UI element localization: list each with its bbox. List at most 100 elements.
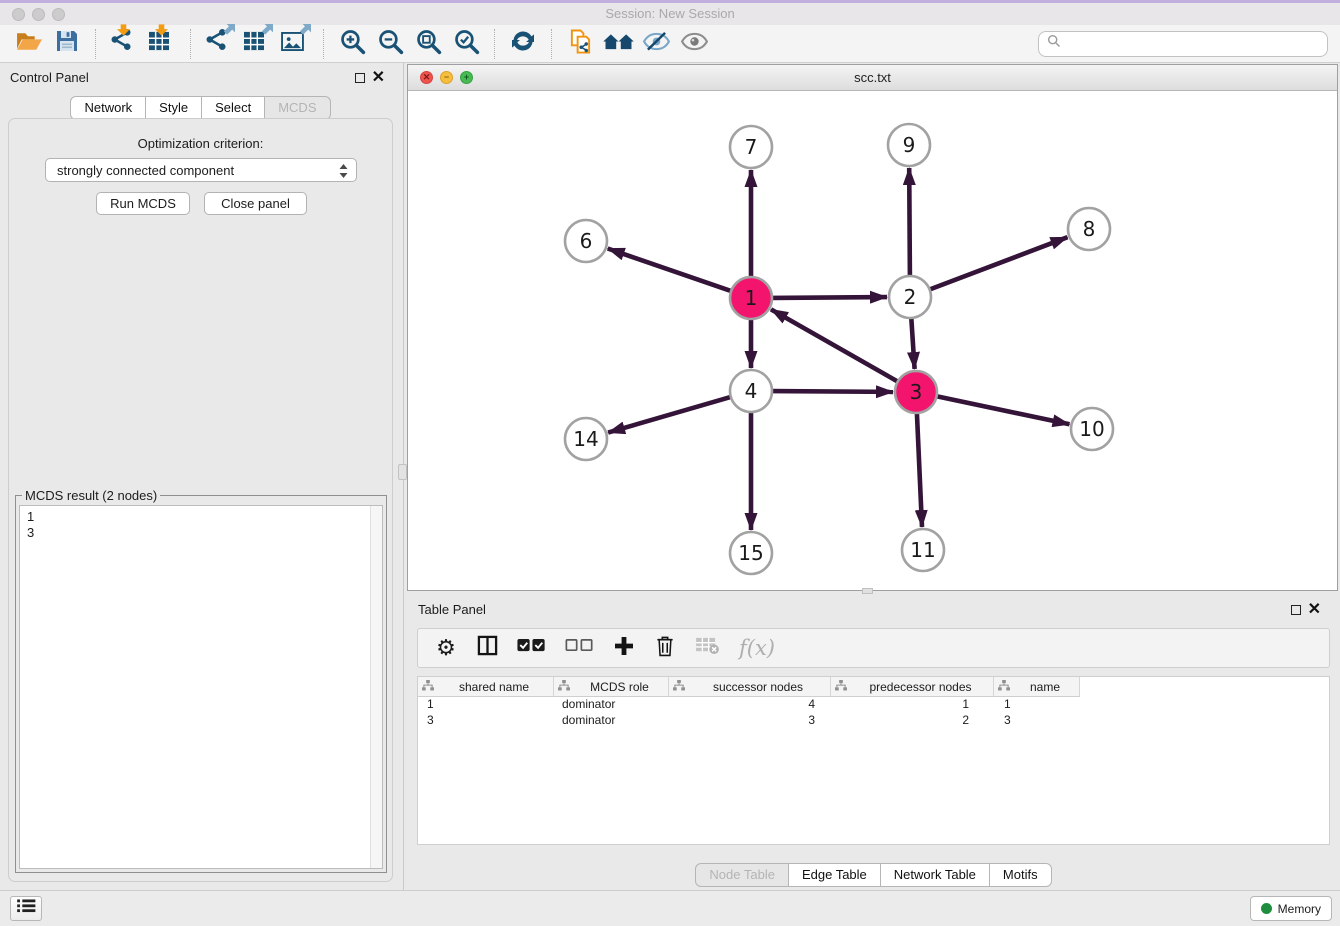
result-scrollbar[interactable] [370,506,382,868]
save-session-button[interactable] [48,27,86,61]
table-cell[interactable]: 1 [831,697,994,713]
column-header-shared-name[interactable]: shared name [418,677,554,697]
delete-column-button[interactable] [654,635,676,662]
table-panel-close-icon[interactable]: ✕ [1308,600,1321,619]
graph-edge-3-11[interactable] [917,413,922,527]
task-history-button[interactable] [10,896,42,921]
export-table-icon [243,26,271,61]
mcds-result-line: 1 [27,509,382,525]
zoom-in-button[interactable] [333,27,371,61]
network-home-button[interactable] [599,27,637,61]
graph-edge-1-2[interactable] [772,297,887,298]
zoom-fit-button[interactable] [409,27,447,61]
search-input[interactable] [1066,36,1319,51]
select-chevrons-icon [338,163,349,182]
export-image-button[interactable] [276,27,314,61]
tab-edge-table[interactable]: Edge Table [788,863,881,887]
import-network-button[interactable] [105,27,143,61]
toggle-column-panel-button[interactable] [476,635,498,661]
select-all-rows-button[interactable] [517,638,546,658]
graph-edge-3-1[interactable] [771,309,898,381]
zoom-selected-icon [453,28,480,60]
run-mcds-button[interactable]: Run MCDS [96,192,190,215]
zoom-selected-button[interactable] [447,27,485,61]
import-network-icon [110,26,138,61]
table-cell[interactable]: 1 [994,697,1080,713]
duplicate-network-icon [569,29,592,59]
plus-icon [614,636,634,661]
table-cell[interactable]: 3 [418,713,554,729]
tab-network-table[interactable]: Network Table [880,863,990,887]
gear-icon: ⚙ [436,637,456,660]
deselect-all-rows-button[interactable] [565,638,594,658]
graph-edge-2-3[interactable] [911,318,914,369]
search-box[interactable] [1038,31,1328,57]
export-table-button[interactable] [238,27,276,61]
open-session-button[interactable] [10,27,48,61]
column-header-predecessor-nodes[interactable]: predecessor nodes [831,677,994,697]
horizontal-splitter-handle[interactable] [862,588,873,594]
network-canvas[interactable]: 1234678910111415 [408,91,1337,590]
add-column-button[interactable] [613,636,635,661]
graph-edge-2-9[interactable] [909,168,910,276]
table-panel-title: Table Panel [418,602,486,617]
hierarchy-icon [835,680,847,694]
show-network-button[interactable] [675,27,713,61]
table-cell[interactable]: dominator [554,697,669,713]
hide-network-button[interactable] [637,27,675,61]
column-header-successor-nodes[interactable]: successor nodes [669,677,831,697]
column-panel-icon [477,635,498,661]
export-network-button[interactable] [200,27,238,61]
refresh-icon [510,28,536,59]
mcds-result-list[interactable]: 13 [19,505,383,869]
zoom-in-icon [339,28,366,60]
table-row[interactable]: 3dominator323 [418,713,1329,729]
graph-edge-4-14[interactable] [608,397,731,433]
control-panel-float-icon[interactable] [355,73,365,83]
zoom-out-button[interactable] [371,27,409,61]
hierarchy-icon [558,680,570,694]
memory-label: Memory [1278,902,1321,916]
tab-motifs[interactable]: Motifs [989,863,1052,887]
table-row[interactable]: 1dominator411 [418,697,1329,713]
deselect-all-icon [565,638,594,658]
tab-network[interactable]: Network [70,96,146,120]
tab-style[interactable]: Style [145,96,202,120]
hierarchy-icon [998,680,1010,694]
close-panel-button[interactable]: Close panel [204,192,307,215]
control-panel-close-icon[interactable]: ✕ [372,68,385,87]
table-cell[interactable]: 3 [994,713,1080,729]
toolbar-separator [323,29,324,59]
main-toolbar [0,25,1340,63]
criterion-select[interactable]: strongly connected component [45,158,357,182]
graph-edge-2-8[interactable] [930,237,1068,289]
tab-select[interactable]: Select [201,96,265,120]
zoom-out-icon [377,28,404,60]
control-panel-header: Control Panel ✕ [10,70,391,90]
apply-layout-button[interactable] [504,27,542,61]
column-header-name[interactable]: name [994,677,1080,697]
column-header-MCDS-role[interactable]: MCDS role [554,677,669,697]
graph-edge-3-10[interactable] [937,396,1070,424]
table-cell[interactable]: 3 [669,713,831,729]
mcds-result-line: 3 [27,525,382,541]
table-cell[interactable]: dominator [554,713,669,729]
table-panel-float-icon[interactable] [1291,605,1301,615]
graph-edge-1-6[interactable] [608,249,732,292]
duplicate-network-button[interactable] [561,27,599,61]
hierarchy-icon [673,680,685,694]
table-settings-button[interactable]: ⚙ [435,637,457,660]
graph-edge-4-3[interactable] [772,391,893,392]
export-image-icon [281,26,309,61]
table-cell[interactable]: 1 [418,697,554,713]
network-window-titlebar[interactable]: ✕ − + scc.txt [408,65,1337,91]
vertical-splitter-handle[interactable] [398,464,407,480]
tab-mcds[interactable]: MCDS [264,96,330,120]
window-titlebar: Session: New Session [0,3,1340,25]
import-table-button[interactable] [143,27,181,61]
table-cell[interactable]: 2 [831,713,994,729]
hierarchy-icon [422,680,434,694]
memory-button[interactable]: Memory [1250,896,1332,921]
table-cell[interactable]: 4 [669,697,831,713]
tab-node-table[interactable]: Node Table [695,863,789,887]
